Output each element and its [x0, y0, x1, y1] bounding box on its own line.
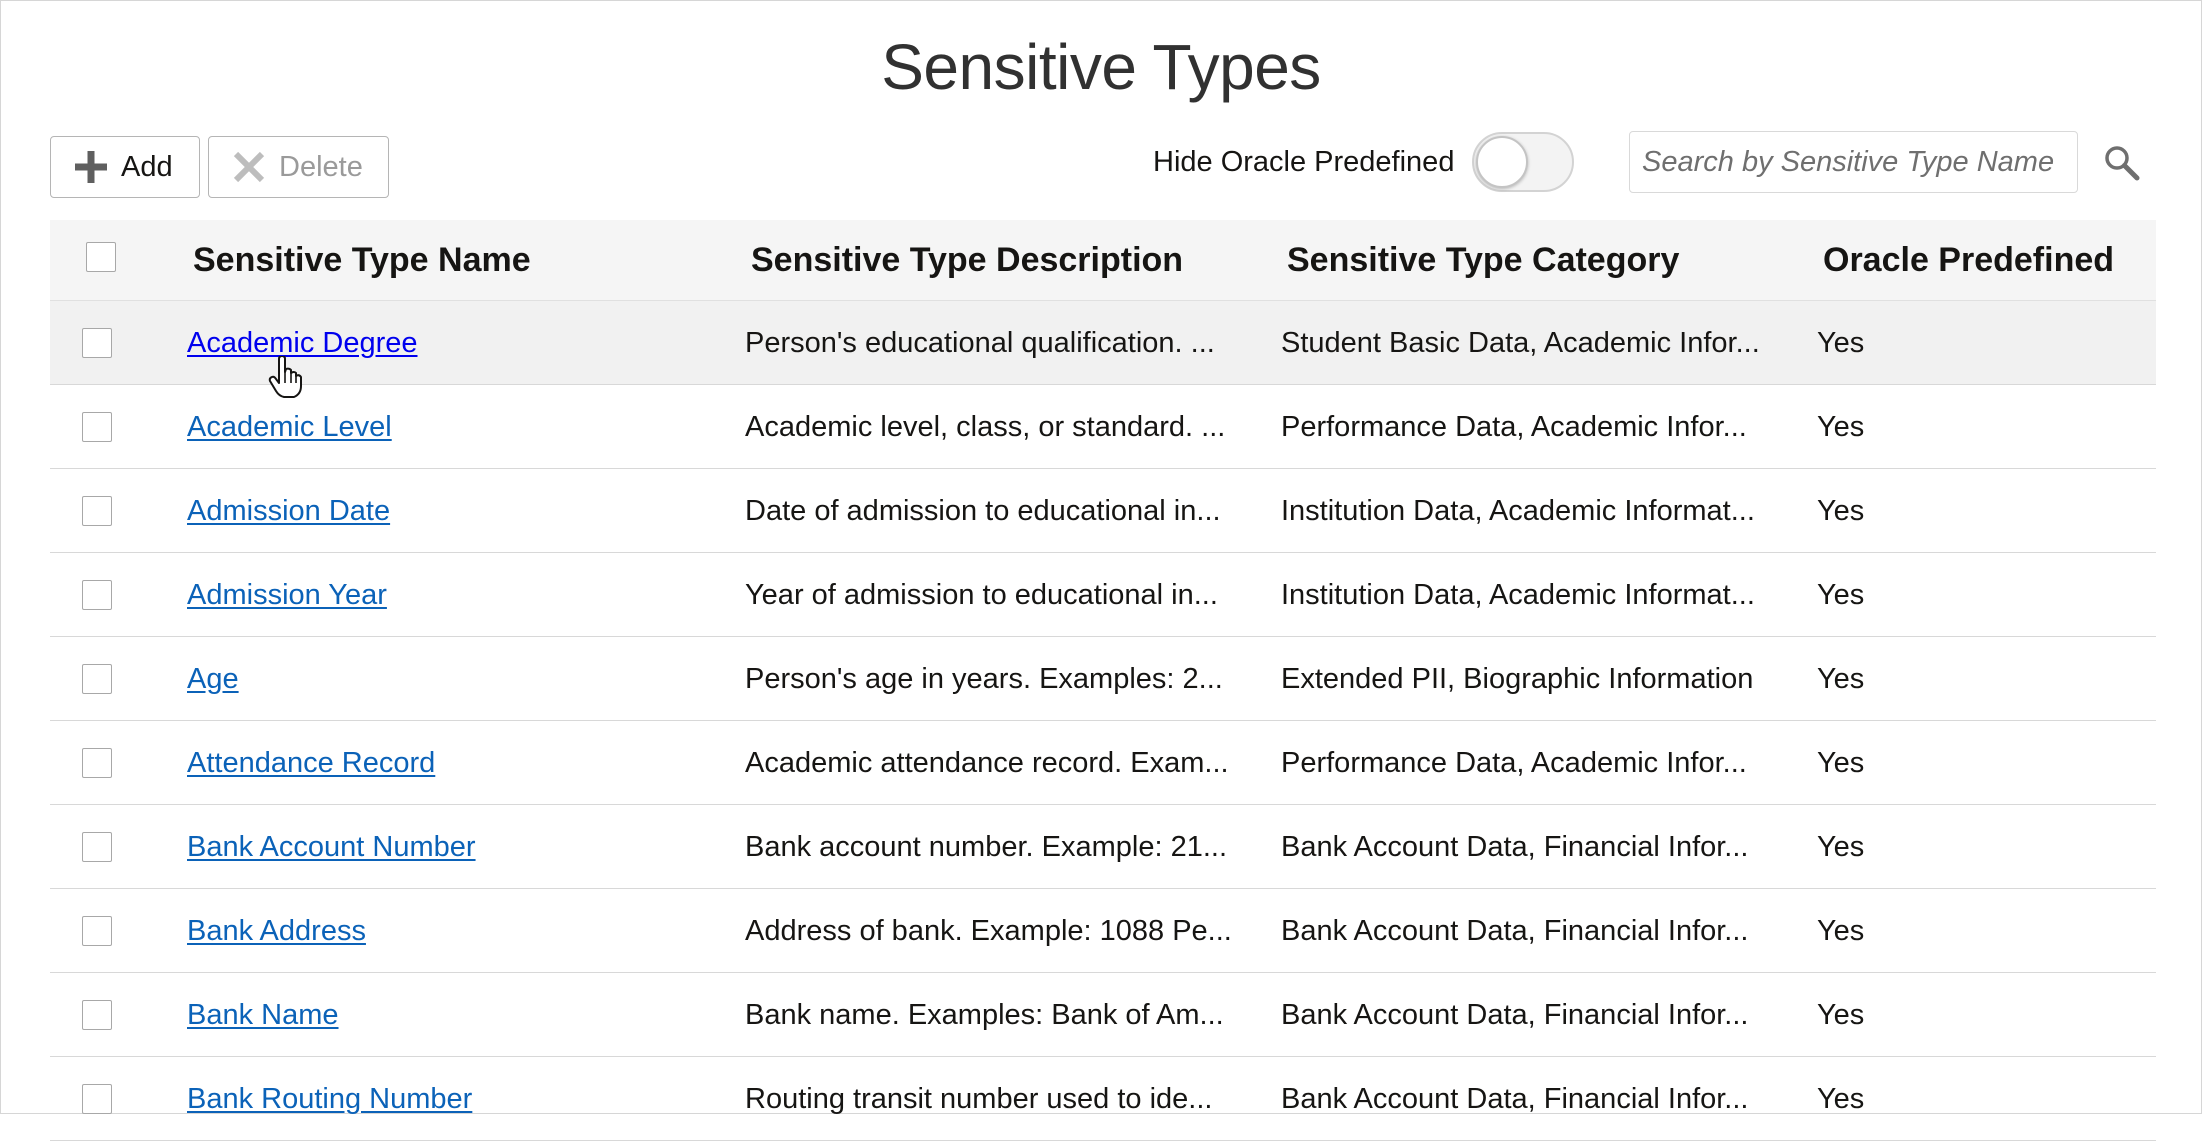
- sensitive-type-category-cell: Extended PII, Biographic Information: [1281, 663, 1754, 695]
- table-row[interactable]: Admission Date Date of admission to educa…: [50, 469, 2156, 553]
- row-checkbox[interactable]: [82, 328, 112, 358]
- table-row[interactable]: Bank Routing Number Routing transit numbe…: [50, 1057, 2156, 1141]
- table-row[interactable]: Academic Degree Person's educational qual…: [50, 301, 2156, 385]
- search-icon[interactable]: [2102, 143, 2142, 183]
- sensitive-type-description-cell: Academic level, class, or standard. ...: [745, 411, 1226, 443]
- add-button[interactable]: Add: [50, 136, 200, 198]
- oracle-predefined-cell: Yes: [1817, 663, 1865, 695]
- table-row[interactable]: Admission Year Year of admission to educa…: [50, 553, 2156, 637]
- sensitive-type-name-link[interactable]: Admission Year: [187, 579, 387, 611]
- sensitive-type-name-link[interactable]: Bank Address: [187, 915, 366, 947]
- sensitive-type-name-cell: Bank Account Number: [187, 805, 476, 889]
- table-row[interactable]: Age Person's age in years. Examples: 2...…: [50, 637, 2156, 721]
- sensitive-type-category-cell: Bank Account Data, Financial Infor...: [1281, 915, 1749, 947]
- sensitive-type-name-cell: Age: [187, 637, 239, 721]
- sensitive-type-name-cell: Bank Routing Number: [187, 1057, 472, 1141]
- oracle-predefined-cell: Yes: [1817, 579, 1865, 611]
- sensitive-type-description-cell: Bank account number. Example: 21...: [745, 831, 1227, 863]
- row-checkbox[interactable]: [82, 748, 112, 778]
- add-button-label: Add: [121, 150, 173, 183]
- sensitive-type-description-cell: Bank name. Examples: Bank of Am...: [745, 999, 1224, 1031]
- hand-pointer-icon: [268, 355, 304, 398]
- row-checkbox[interactable]: [82, 916, 112, 946]
- search-input[interactable]: [1629, 131, 2078, 193]
- sensitive-types-table: Sensitive Type Name Sensitive Type Descr…: [50, 220, 2156, 1141]
- table-row[interactable]: Attendance Record Academic attendance rec…: [50, 721, 2156, 805]
- row-checkbox[interactable]: [82, 664, 112, 694]
- column-header-name[interactable]: Sensitive Type Name: [193, 220, 531, 300]
- sensitive-type-category-cell: Institution Data, Academic Informat...: [1281, 579, 1755, 611]
- table-row[interactable]: Bank Name Bank name. Examples: Bank of Am…: [50, 973, 2156, 1057]
- sensitive-type-category-cell: Bank Account Data, Financial Infor...: [1281, 999, 1749, 1031]
- sensitive-type-category-cell: Performance Data, Academic Infor...: [1281, 411, 1747, 443]
- delete-button[interactable]: Delete: [208, 136, 389, 198]
- row-checkbox[interactable]: [82, 1084, 112, 1114]
- table-row[interactable]: Academic Level Academic level, class, or …: [50, 385, 2156, 469]
- sensitive-type-description-cell: Person's educational qualification. ...: [745, 327, 1215, 359]
- x-icon: [233, 151, 265, 183]
- sensitive-type-name-link[interactable]: Academic Degree: [187, 327, 418, 359]
- plus-icon: [75, 151, 107, 183]
- delete-button-label: Delete: [279, 150, 363, 183]
- oracle-predefined-cell: Yes: [1817, 747, 1865, 779]
- oracle-predefined-cell: Yes: [1817, 999, 1865, 1031]
- sensitive-type-category-cell: Performance Data, Academic Infor...: [1281, 747, 1747, 779]
- table-row[interactable]: Bank Account Number Bank account number. …: [50, 805, 2156, 889]
- oracle-predefined-cell: Yes: [1817, 495, 1865, 527]
- sensitive-type-name-cell: Bank Address: [187, 889, 366, 973]
- sensitive-type-description-cell: Year of admission to educational in...: [745, 579, 1218, 611]
- oracle-predefined-cell: Yes: [1817, 831, 1865, 863]
- sensitive-type-name-cell: Admission Date: [187, 469, 390, 553]
- hide-predefined-label: Hide Oracle Predefined: [1153, 146, 1455, 178]
- sensitive-type-name-link[interactable]: Bank Routing Number: [187, 1083, 472, 1115]
- sensitive-type-name-link[interactable]: Bank Name: [187, 999, 339, 1031]
- sensitive-type-name-cell: Bank Name: [187, 973, 339, 1057]
- row-checkbox[interactable]: [82, 496, 112, 526]
- sensitive-type-description-cell: Date of admission to educational in...: [745, 495, 1221, 527]
- oracle-predefined-cell: Yes: [1817, 327, 1865, 359]
- sensitive-type-name-cell: Attendance Record: [187, 721, 435, 805]
- sensitive-type-category-cell: Bank Account Data, Financial Infor...: [1281, 831, 1749, 863]
- oracle-predefined-cell: Yes: [1817, 411, 1865, 443]
- hide-predefined-toggle[interactable]: [1472, 132, 1574, 192]
- sensitive-type-name-link[interactable]: Academic Level: [187, 411, 392, 443]
- row-checkbox[interactable]: [82, 412, 112, 442]
- oracle-predefined-cell: Yes: [1817, 915, 1865, 947]
- column-header-category[interactable]: Sensitive Type Category: [1287, 220, 1679, 300]
- table-header: Sensitive Type Name Sensitive Type Descr…: [50, 220, 2156, 301]
- oracle-predefined-cell: Yes: [1817, 1083, 1865, 1115]
- select-all-checkbox[interactable]: [86, 242, 116, 272]
- toggle-knob: [1476, 136, 1528, 188]
- page-title: Sensitive Types: [881, 31, 1321, 103]
- table-body: Academic Degree Person's educational qual…: [50, 301, 2156, 1141]
- row-checkbox[interactable]: [82, 1000, 112, 1030]
- sensitive-type-category-cell: Institution Data, Academic Informat...: [1281, 495, 1755, 527]
- sensitive-type-description-cell: Routing transit number used to ide...: [745, 1083, 1213, 1115]
- sensitive-type-description-cell: Academic attendance record. Exam...: [745, 747, 1229, 779]
- sensitive-type-category-cell: Bank Account Data, Financial Infor...: [1281, 1083, 1749, 1115]
- column-header-description[interactable]: Sensitive Type Description: [751, 220, 1183, 300]
- sensitive-type-name-link[interactable]: Admission Date: [187, 495, 390, 527]
- sensitive-type-name-cell: Admission Year: [187, 553, 387, 637]
- sensitive-type-description-cell: Person's age in years. Examples: 2...: [745, 663, 1223, 695]
- row-checkbox[interactable]: [82, 580, 112, 610]
- row-checkbox[interactable]: [82, 832, 112, 862]
- sensitive-type-description-cell: Address of bank. Example: 1088 Pe...: [745, 915, 1232, 947]
- sensitive-type-name-link[interactable]: Attendance Record: [187, 747, 435, 779]
- table-row[interactable]: Bank Address Address of bank. Example: 10…: [50, 889, 2156, 973]
- sensitive-type-name-link[interactable]: Age: [187, 663, 239, 695]
- column-header-predefined[interactable]: Oracle Predefined: [1823, 220, 2114, 300]
- sensitive-type-category-cell: Student Basic Data, Academic Infor...: [1281, 327, 1760, 359]
- sensitive-type-name-link[interactable]: Bank Account Number: [187, 831, 476, 863]
